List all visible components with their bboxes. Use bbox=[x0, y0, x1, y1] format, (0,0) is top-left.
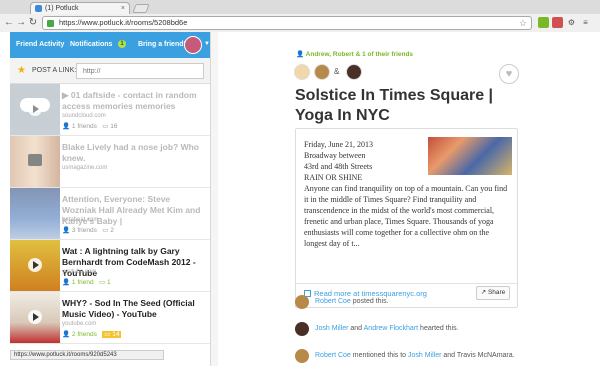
back-arrow-icon[interactable]: ← bbox=[3, 17, 15, 29]
feed-thumbnail bbox=[10, 136, 60, 187]
camera-icon bbox=[28, 154, 42, 166]
feed-thumbnail bbox=[10, 240, 60, 291]
feed-source: youtube.com bbox=[62, 269, 97, 275]
feed-title[interactable]: ▶ 01 daftside - contact in random access… bbox=[62, 90, 206, 112]
feed-list: ▶ 01 daftside - contact in random access… bbox=[10, 84, 210, 344]
browser-chrome: (1) Potluck × ← → ↻ https://www.potluck.… bbox=[0, 0, 600, 32]
forward-arrow-icon[interactable]: → bbox=[15, 17, 27, 29]
friends-line: 👤 Andrew, Robert & 1 of their friends bbox=[296, 51, 414, 58]
extension-icon[interactable] bbox=[552, 17, 563, 28]
post-title: Solstice In Times Square | Yoga In NYC bbox=[295, 87, 494, 124]
potluck-favicon-icon bbox=[35, 5, 42, 12]
heart-icon[interactable]: ♥ bbox=[499, 64, 519, 84]
feed-thumbnail bbox=[10, 292, 60, 343]
reload-icon[interactable]: ↻ bbox=[27, 17, 39, 29]
avatar[interactable] bbox=[294, 64, 310, 80]
feed-meta: 👤 1 friend ▭ 1 bbox=[62, 279, 111, 286]
feed-meta: 👤 2 friends ▭ 14 bbox=[62, 331, 122, 338]
card-divider bbox=[296, 283, 517, 284]
feed-source: usmagazine.com bbox=[62, 165, 108, 171]
nav-bring-friend[interactable]: Bring a friend! bbox=[138, 41, 186, 48]
link-preview-card: Friday, June 21, 2013 Broadway between 4… bbox=[295, 128, 518, 308]
feed-item[interactable]: WHY? - Sod In The Seed (Official Music V… bbox=[10, 292, 210, 344]
avatar[interactable] bbox=[295, 349, 309, 363]
tab-strip: (1) Potluck × bbox=[0, 0, 600, 15]
preview-text: Friday, June 21, 2013 Broadway between 4… bbox=[304, 140, 508, 248]
share-button[interactable]: ↗ Share bbox=[476, 286, 510, 300]
nav-friend-activity[interactable]: Friend Activity bbox=[16, 41, 64, 48]
post-link-input[interactable] bbox=[76, 63, 204, 79]
post-detail: 👤 Andrew, Robert & 1 of their friends & … bbox=[218, 32, 600, 366]
feed-item[interactable]: Attention, Everyone: Steve Wozniak Hall … bbox=[10, 188, 210, 240]
wrench-icon[interactable]: ⚙ bbox=[566, 17, 577, 28]
notifications-badge: 1 bbox=[118, 40, 126, 48]
user-avatar[interactable] bbox=[184, 36, 202, 54]
status-bar-url: https://www.potluck.it/rooms/920d5243 bbox=[10, 350, 164, 360]
new-tab-button[interactable] bbox=[132, 4, 150, 13]
post-link-bar: ★ POST A LINK: bbox=[10, 58, 210, 84]
feed-source: soundcloud.com bbox=[62, 113, 106, 119]
feed-item[interactable]: ▶ 01 daftside - contact in random access… bbox=[10, 84, 210, 136]
top-nav: Friend Activity Notifications 1 Bring a … bbox=[10, 32, 210, 58]
avatar[interactable] bbox=[346, 64, 362, 80]
star-icon: ★ bbox=[17, 65, 26, 76]
left-sidebar: Friend Activity Notifications 1 Bring a … bbox=[10, 32, 210, 366]
play-icon[interactable] bbox=[28, 102, 42, 116]
feed-thumbnail bbox=[10, 84, 60, 135]
bookmark-star-icon[interactable]: ☆ bbox=[519, 17, 527, 29]
feed-meta: 👤 1 friends ▭ 16 bbox=[62, 123, 118, 130]
feed-item[interactable]: Wat : A lightning talk by Gary Bernhardt… bbox=[10, 240, 210, 292]
secure-lock-icon bbox=[47, 20, 54, 27]
feed-item[interactable]: Blake Lively had a nose job? Who knew. u… bbox=[10, 136, 210, 188]
feed-source: youtube.com bbox=[62, 321, 97, 327]
address-url: https://www.potluck.it/rooms/5208bd6e bbox=[59, 18, 188, 27]
avatar[interactable] bbox=[314, 64, 330, 80]
feed-title[interactable]: WHY? - Sod In The Seed (Official Music V… bbox=[62, 298, 206, 320]
feed-title[interactable]: Blake Lively had a nose job? Who knew. bbox=[62, 142, 206, 164]
address-bar[interactable]: https://www.potluck.it/rooms/5208bd6e ☆ bbox=[42, 16, 532, 30]
read-more-link[interactable]: Read more at timessquarenyc.org bbox=[304, 289, 427, 298]
menu-icon[interactable]: ≡ bbox=[580, 17, 591, 28]
panel-divider bbox=[210, 32, 218, 366]
post-link-label: POST A LINK: bbox=[32, 67, 77, 74]
feed-thumbnail bbox=[10, 188, 60, 239]
avatar[interactable] bbox=[295, 295, 309, 309]
feed-source: betabeat.com bbox=[62, 217, 99, 223]
nav-notifications[interactable]: Notifications bbox=[70, 41, 112, 48]
avatar-separator: & bbox=[334, 67, 340, 76]
play-icon[interactable] bbox=[28, 258, 42, 272]
play-icon[interactable] bbox=[28, 310, 42, 324]
avatar[interactable] bbox=[295, 322, 309, 336]
close-tab-icon[interactable]: × bbox=[121, 3, 125, 14]
extension-icon[interactable] bbox=[538, 17, 549, 28]
feed-meta: 👤 3 friends ▭ 2 bbox=[62, 227, 114, 234]
tab-title: (1) Potluck bbox=[45, 5, 79, 12]
browser-toolbar: ← → ↻ https://www.potluck.it/rooms/5208b… bbox=[0, 14, 600, 32]
